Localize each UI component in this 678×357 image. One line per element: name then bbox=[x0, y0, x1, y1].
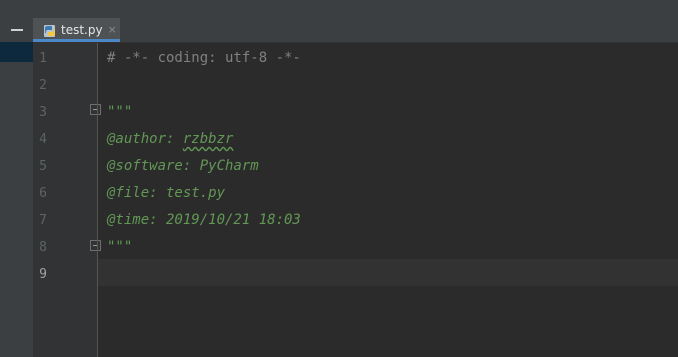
line-number: 3 bbox=[39, 105, 47, 120]
line-number: 1 bbox=[39, 51, 47, 66]
code-line-3[interactable]: """ bbox=[107, 99, 132, 126]
tab-test-py[interactable]: test.py × bbox=[33, 18, 120, 42]
line-number: 7 bbox=[39, 213, 47, 228]
spelling-warning-text: rzbbzr bbox=[182, 131, 234, 147]
code-line-1[interactable]: # -*- coding: utf-8 -*- bbox=[107, 45, 301, 72]
line-number: 6 bbox=[39, 186, 47, 201]
line-number-gutter: 1 2 3 4 5 6 7 8 9 bbox=[33, 43, 101, 357]
ide-window: test.py × 1 2 3 4 5 6 7 8 9 # -*- coding… bbox=[0, 0, 678, 357]
project-selected-row[interactable] bbox=[0, 42, 33, 62]
line-number-current: 9 bbox=[39, 267, 47, 282]
editor-tab-bar: test.py × bbox=[33, 18, 678, 43]
code-line-6[interactable]: @file: test.py bbox=[107, 180, 225, 207]
code-line-5[interactable]: @software: PyCharm bbox=[107, 153, 259, 180]
line-number: 2 bbox=[39, 78, 47, 93]
close-icon[interactable]: × bbox=[108, 23, 117, 37]
active-tab-underline bbox=[33, 39, 120, 42]
code-line-8[interactable]: """ bbox=[107, 234, 132, 261]
project-tool-strip bbox=[0, 18, 33, 357]
minimize-icon bbox=[10, 29, 23, 31]
code-editor[interactable]: # -*- coding: utf-8 -*- """ @author: rzb… bbox=[98, 43, 678, 357]
code-line-7[interactable]: @time: 2019/10/21 18:03 bbox=[107, 207, 301, 234]
line-number: 4 bbox=[39, 132, 47, 147]
code-line-4[interactable]: @author: rzbbzr bbox=[107, 126, 233, 153]
line-number: 8 bbox=[39, 240, 47, 255]
top-toolbar bbox=[0, 0, 678, 18]
tab-label: test.py bbox=[61, 23, 103, 37]
docstring-text: @author: bbox=[107, 131, 183, 147]
current-line-highlight bbox=[98, 259, 678, 286]
line-number: 5 bbox=[39, 159, 47, 174]
minimize-button[interactable] bbox=[0, 18, 33, 42]
python-file-icon bbox=[43, 23, 57, 37]
